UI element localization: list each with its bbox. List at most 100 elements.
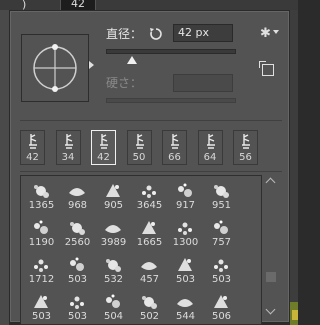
brush-size-label: 3645: [136, 200, 163, 211]
new-preset-icon[interactable]: [259, 61, 274, 76]
size-slider-track[interactable]: [106, 49, 236, 54]
brush-tip-icon: [70, 296, 84, 309]
gear-icon[interactable]: ✱: [260, 26, 271, 41]
brush-size-label: 503: [67, 311, 88, 322]
brush-angle-preview[interactable]: [21, 34, 89, 102]
brush-size-label: 917: [175, 200, 196, 211]
brush-size-label: 34: [61, 152, 75, 163]
brush-preset[interactable]: 457: [133, 252, 166, 288]
brush-tip-icon: [178, 222, 192, 235]
recent-brush[interactable]: 66: [162, 130, 187, 165]
brush-preset[interactable]: 503: [61, 252, 94, 288]
brush-preset[interactable]: 503: [25, 289, 58, 324]
host-toolbar: ) 42: [0, 0, 298, 11]
brush-size-label: 503: [67, 274, 88, 285]
brush-size-label: 1712: [28, 274, 55, 285]
brush-tip-icon: [178, 258, 192, 271]
brush-size-label: 504: [103, 311, 124, 322]
brush-preset[interactable]: 503: [169, 252, 202, 288]
brush-tip-icon: [34, 220, 48, 234]
brush-size-label: 905: [103, 200, 124, 211]
scroll-thumb[interactable]: [266, 272, 276, 282]
brush-preset[interactable]: 1665: [133, 215, 166, 251]
brush-preset[interactable]: 2560: [61, 215, 94, 251]
brush-preset[interactable]: 532: [97, 252, 130, 288]
brush-tip-icon: [214, 220, 228, 234]
brush-preset[interactable]: 504: [97, 289, 130, 324]
brush-preset-picker: 直径： 42 px ✱ 硬さ： 42 34 42 50 66 64 56 1365 968 90…: [9, 10, 290, 325]
brush-tip-icon: [34, 295, 48, 308]
brush-preset[interactable]: 3989: [97, 215, 130, 251]
brush-tip-icon: [214, 259, 228, 272]
brush-preset[interactable]: 544: [169, 289, 202, 324]
brush-size-label: 64: [203, 152, 217, 163]
brush-tip-icon: [70, 257, 84, 271]
brush-preset[interactable]: 1365: [25, 178, 58, 214]
brush-tip-icon: [69, 188, 85, 196]
brush-preset[interactable]: 757: [205, 215, 238, 251]
brush-tip-icon: [105, 225, 121, 233]
preset-scrollbar[interactable]: [264, 175, 278, 323]
brush-size-label: 1300: [172, 237, 199, 248]
brush-size-label: 3989: [100, 237, 127, 248]
brush-preset[interactable]: 503: [205, 252, 238, 288]
preset-grid: 1365 968 905 3645 917 951 1190 2560 3989 1665 1300…: [20, 175, 262, 325]
brush-preset[interactable]: 1190: [25, 215, 58, 251]
scroll-down-icon[interactable]: [265, 304, 276, 315]
brush-preset[interactable]: 1300: [169, 215, 202, 251]
brush-preset[interactable]: 502: [133, 289, 166, 324]
brush-size-label: 1665: [136, 237, 163, 248]
size-label: 直径：: [106, 27, 143, 41]
brush-preset[interactable]: 1712: [25, 252, 58, 288]
brush-size-label: 2560: [64, 237, 91, 248]
size-slider-thumb[interactable]: [126, 56, 137, 64]
recent-brush[interactable]: 56: [233, 130, 258, 165]
brush-preset[interactable]: 506: [205, 289, 238, 324]
brush-tip-icon: [214, 185, 229, 198]
recent-brush[interactable]: 50: [126, 130, 152, 165]
recent-brush[interactable]: 42: [20, 130, 45, 165]
recent-brush[interactable]: 34: [55, 130, 81, 165]
hardness-label: 硬さ：: [106, 76, 143, 90]
divider: [20, 120, 282, 121]
brush-preset[interactable]: 917: [169, 178, 202, 214]
brush-size-label: 951: [211, 200, 232, 211]
brush-size-label: 532: [103, 274, 124, 285]
hardness-input: [173, 74, 233, 92]
brush-size-label: 503: [31, 311, 52, 322]
brush-size-label: 1365: [28, 200, 55, 211]
host-right-edge: [290, 10, 298, 325]
brush-size-label: 757: [211, 237, 232, 248]
chevron-down-icon[interactable]: [273, 30, 279, 34]
brush-tip-icon: [106, 294, 120, 308]
size-input[interactable]: 42 px: [173, 24, 233, 42]
brush-preset[interactable]: 968: [61, 178, 94, 214]
brush-tip-icon: [34, 185, 49, 198]
host-left-edge: [0, 10, 9, 325]
brush-preset[interactable]: 503: [61, 289, 94, 324]
brush-tip-icon: [214, 295, 228, 308]
brush-tip-icon: [142, 185, 156, 198]
brush-size-label: 503: [175, 274, 196, 285]
recent-brush[interactable]: 42: [91, 130, 116, 165]
brush-tip-icon: [142, 296, 157, 309]
scroll-up-icon[interactable]: [265, 177, 276, 188]
recent-brush[interactable]: 64: [197, 130, 223, 165]
brush-tip-icon: [141, 262, 157, 270]
brush-tip-diagram: [33, 44, 77, 92]
brush-size-label: 457: [139, 274, 160, 285]
brush-size-label: 544: [175, 311, 196, 322]
hardness-slider-track: [106, 98, 236, 103]
brush-size-label: 968: [67, 200, 88, 211]
brush-preset[interactable]: 951: [205, 178, 238, 214]
divider: [20, 171, 282, 172]
brush-size-label: 66: [168, 152, 181, 163]
angle-arrow-icon: [89, 61, 94, 69]
brush-size-label: 56: [239, 152, 252, 163]
brush-preset[interactable]: 905: [97, 178, 130, 214]
reset-size-icon[interactable]: [148, 26, 164, 42]
brush-preset[interactable]: 3645: [133, 178, 166, 214]
brush-size-label: 502: [139, 311, 160, 322]
recent-brushes-row: 42 34 42 50 66 64 56: [20, 130, 268, 167]
brush-tip-icon: [34, 259, 48, 272]
